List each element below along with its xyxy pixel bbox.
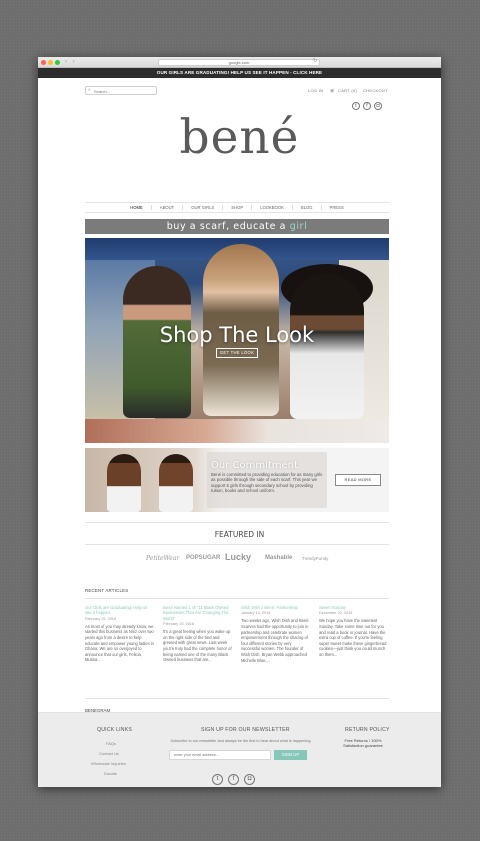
commitment-text: Bené is committed to providing education… [211, 472, 323, 494]
close-window-button[interactable] [41, 60, 46, 65]
address-bar[interactable]: google.com [158, 59, 320, 66]
article-card: Sweet Sunday December 20, 2015 We hope y… [319, 605, 389, 658]
article-date: January 14, 2016 [241, 611, 271, 616]
login-link[interactable]: LOG IN [308, 88, 323, 93]
site-footer: QUICK LINKS FAQs Contact Us Wholesale In… [38, 712, 441, 787]
hero-banner[interactable]: Shop The Look GET THE LOOK [85, 238, 389, 443]
twitter-icon[interactable]: t [212, 774, 223, 785]
return-policy-title: RETURN POLICY [345, 727, 390, 733]
read-more-button[interactable]: READ MORE [335, 474, 381, 486]
newsletter-subtitle: Subscribe to our newsletter and always b… [170, 739, 312, 743]
commitment-section: Our Commitment Bené is committed to prov… [85, 448, 389, 512]
minimize-window-button[interactable] [48, 60, 53, 65]
nav-item-home[interactable]: HOME [122, 205, 151, 210]
cart-icon[interactable]: 🛒︎ [330, 88, 335, 93]
article-card: Our Girls are Graduating! Help us see it… [85, 605, 155, 663]
search-icon: ⌕ [88, 87, 91, 93]
featured-title: FEATURED IN [214, 530, 265, 539]
nav-item-about[interactable]: ABOUT [150, 205, 182, 210]
footer-link-donate[interactable]: Donate [104, 771, 117, 776]
hero-title: Shop The Look [159, 323, 315, 347]
tagline-accent: girl [289, 221, 308, 232]
newsletter-email-input[interactable] [169, 750, 271, 760]
instagram-icon[interactable]: ◘ [244, 774, 255, 785]
reload-icon[interactable]: ↻ [313, 58, 317, 64]
quick-links-title: QUICK LINKS [97, 727, 133, 733]
maximize-window-button[interactable] [55, 60, 60, 65]
header-social: t f ◘ [352, 102, 382, 110]
article-card: Bené Named 1 of "11 Black Owned Business… [163, 605, 233, 663]
hero-photo-bottom [85, 419, 389, 443]
tagline-text: buy a scarf, educate a [166, 221, 287, 232]
article-title-link[interactable]: Our Girls are Graduating! Help us see it… [85, 605, 155, 616]
site-page: ⌕ LOG IN 🛒︎ CART (0) CHECKOUT t f ◘ bené… [38, 78, 441, 721]
recent-articles-title: RECENT ARTICLES [85, 588, 129, 593]
press-logo-petitewear[interactable]: PetiteWear [146, 555, 179, 562]
nav-item-shop[interactable]: SHOP [222, 205, 251, 210]
browser-toolbar: ‹ › google.com ↻ [38, 57, 441, 68]
return-policy-text: Free Returns / 100% Satisfaction guarant… [343, 738, 383, 749]
divider [85, 544, 389, 545]
divider [85, 698, 389, 699]
student-figure [159, 454, 193, 512]
tagline-banner: buy a scarf, educate a girl [85, 219, 389, 234]
footer-link-faqs[interactable]: FAQs [106, 741, 116, 746]
commitment-title: Our Commitment [211, 460, 298, 471]
press-logo-mashable[interactable]: Mashable [265, 555, 292, 561]
back-forward-arrows-icon[interactable]: ‹ › [65, 59, 77, 65]
footer-link-wholesale[interactable]: Wholesale Inquiries [91, 761, 126, 766]
footer-social: t f ◘ [212, 774, 255, 785]
facebook-icon[interactable]: f [228, 774, 239, 785]
checkout-link[interactable]: CHECKOUT [363, 88, 388, 93]
nav-item-blog[interactable]: BLOG [291, 205, 321, 210]
article-card: Wish Dish x Bené: Partnership January 14… [241, 605, 311, 663]
nav-item-press[interactable]: PRESS [320, 205, 352, 210]
nav-item-our-girls[interactable]: OUR GIRLS [182, 205, 222, 210]
newsletter-title: SIGN UP FOR OUR NEWSLETTER [201, 727, 290, 733]
facebook-icon[interactable]: f [363, 102, 371, 110]
search-input[interactable] [94, 88, 154, 94]
press-logo-trendyfundy[interactable]: TrendyFundy [302, 556, 328, 561]
cart-link[interactable]: CART (0) [338, 88, 357, 93]
article-excerpt: We hope you have the sweetest Sunday. Ta… [319, 618, 387, 657]
footer-link-contact[interactable]: Contact Us [99, 751, 119, 756]
nav-item-lookbook[interactable]: LOOKBOOK [251, 205, 292, 210]
divider [85, 598, 389, 599]
article-date: February 25, 2016 [85, 616, 117, 621]
article-excerpt: Two weeks ago, Wish Dish and Bené Scarve… [241, 618, 309, 663]
article-excerpt: As most of you may already know, we star… [85, 623, 154, 663]
promo-bar[interactable]: OUR GIRLS ARE GRADUATING! HELP US SEE IT… [38, 68, 441, 78]
student-figure [107, 454, 141, 512]
search-box[interactable]: ⌕ [85, 86, 157, 95]
newsletter-signup-button[interactable]: SIGN UP [274, 750, 307, 760]
press-logo-popsugar[interactable]: POPSUGAR [186, 555, 220, 561]
get-the-look-button[interactable]: GET THE LOOK [216, 348, 258, 358]
twitter-icon[interactable]: t [352, 102, 360, 110]
article-title-link[interactable]: Wish Dish x Bené: Partnership [241, 605, 311, 610]
article-date: December 20, 2015 [319, 611, 353, 616]
article-title-link[interactable]: Sweet Sunday [319, 605, 389, 610]
article-date: February 10, 2016 [163, 622, 195, 627]
article-title-link[interactable]: Bené Named 1 of "11 Black Owned Business… [163, 605, 233, 621]
instagram-icon[interactable]: ◘ [374, 102, 382, 110]
main-nav: HOME ABOUT OUR GIRLS SHOP LOOKBOOK BLOG … [85, 202, 389, 213]
article-excerpt: It's a great feeling when you wake up on… [163, 629, 232, 663]
site-logo[interactable]: bené [38, 110, 441, 165]
divider [85, 522, 389, 523]
press-logo-lucky[interactable]: Lucky [225, 552, 251, 562]
browser-window: ‹ › google.com ↻ OUR GIRLS ARE GRADUATIN… [38, 57, 441, 787]
